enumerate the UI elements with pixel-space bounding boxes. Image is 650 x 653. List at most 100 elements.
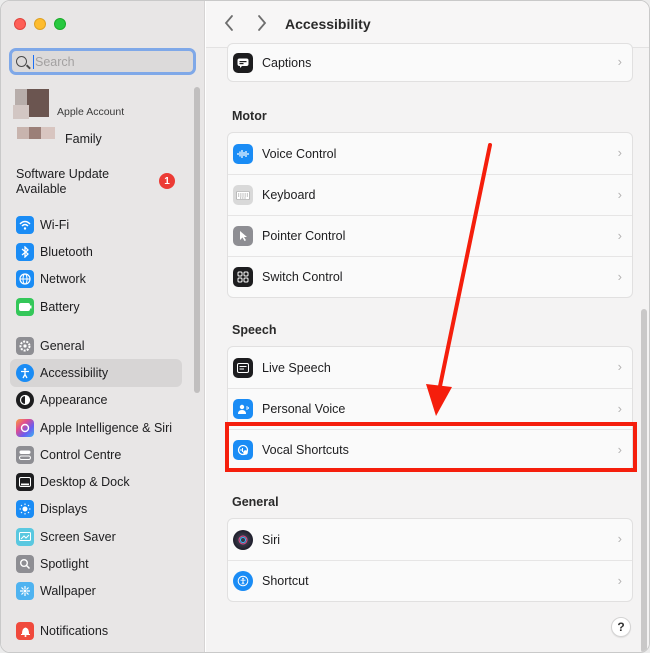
- sidebar-item-label: Displays: [40, 502, 88, 517]
- system-settings-window: Apple Account Family Software Update Ava…: [0, 0, 650, 653]
- keyboard-icon: [233, 185, 253, 205]
- personal-voice-icon: [233, 399, 253, 419]
- sidebar-item-spotlight[interactable]: Spotlight: [10, 550, 182, 577]
- hearing-group: Captions ›: [227, 43, 633, 82]
- sidebar-item-wifi[interactable]: Wi-Fi: [10, 211, 182, 238]
- section-title-general: General: [232, 495, 279, 509]
- captions-icon: [233, 52, 253, 73]
- sidebar-item-accessibility[interactable]: Accessibility: [10, 359, 182, 387]
- shortcut-row[interactable]: Shortcut ›: [228, 560, 632, 601]
- back-chevron-icon[interactable]: [223, 14, 239, 34]
- chevron-right-icon: ›: [617, 573, 622, 588]
- bluetooth-icon: [16, 242, 34, 261]
- sidebar-item-screen-saver[interactable]: Screen Saver: [10, 523, 182, 550]
- siri-row[interactable]: Siri ›: [228, 519, 632, 560]
- pointer-control-row[interactable]: Pointer Control ›: [228, 215, 632, 256]
- sidebar-item-label: General: [40, 338, 85, 353]
- row-label: Voice Control: [262, 146, 337, 161]
- siri-icon: [233, 529, 253, 550]
- sidebar-item-label: Notifications: [40, 623, 109, 638]
- general-group: Siri › Shortcut ›: [227, 518, 633, 602]
- sidebar-item-wallpaper[interactable]: Wallpaper: [10, 578, 182, 605]
- personal-voice-row[interactable]: Personal Voice ›: [228, 388, 632, 429]
- siri-icon: [16, 418, 34, 437]
- motor-group: Voice Control › Keyboard › Pointer Contr…: [227, 132, 633, 298]
- captions-row[interactable]: Captions ›: [228, 44, 632, 81]
- sidebar-item-appearance[interactable]: Appearance: [10, 387, 182, 414]
- sidebar-item-desktop-dock[interactable]: Desktop & Dock: [10, 468, 182, 495]
- sidebar-item-battery[interactable]: Battery: [10, 293, 182, 320]
- search-icon: [16, 56, 27, 67]
- sidebar-item-label: Desktop & Dock: [40, 475, 130, 490]
- wallpaper-icon: [16, 582, 34, 601]
- switch-control-icon: [233, 267, 253, 287]
- sidebar-item-general[interactable]: General: [10, 332, 182, 359]
- row-label: Pointer Control: [262, 229, 346, 243]
- apple-account-label: Apple Account: [57, 106, 125, 118]
- sidebar-item-label: Network: [40, 272, 86, 287]
- sidebar-item-control-centre[interactable]: Control Centre: [10, 441, 182, 468]
- chevron-right-icon: ›: [617, 269, 622, 284]
- help-button[interactable]: ?: [611, 617, 631, 637]
- page-title: Accessibility: [285, 16, 371, 32]
- chevron-right-icon: ›: [617, 442, 622, 457]
- displays-icon: [16, 500, 34, 519]
- bell-icon: [16, 621, 34, 640]
- sidebar-item-label: Wallpaper: [40, 584, 96, 599]
- gear-icon: [16, 336, 34, 355]
- voice-control-row[interactable]: Voice Control ›: [228, 133, 632, 174]
- row-label: Live Speech: [262, 360, 331, 375]
- sidebar-item-label: Bluetooth: [40, 244, 93, 259]
- sidebar: Apple Account Family Software Update Ava…: [1, 1, 205, 652]
- pointer-icon: [233, 226, 253, 246]
- sidebar-item-displays[interactable]: Displays: [10, 496, 182, 523]
- chevron-right-icon: ›: [617, 531, 622, 546]
- vocal-shortcuts-row[interactable]: Vocal Shortcuts ›: [228, 429, 632, 470]
- minimize-window-button[interactable]: [34, 18, 46, 30]
- sidebar-scrollbar[interactable]: [194, 87, 200, 393]
- sidebar-item-bluetooth[interactable]: Bluetooth: [10, 238, 182, 265]
- forward-chevron-icon[interactable]: [256, 14, 272, 34]
- switch-control-row[interactable]: Switch Control ›: [228, 256, 632, 297]
- row-label: Captions: [262, 55, 312, 70]
- sidebar-item-label: Apple Intelligence & Siri: [40, 420, 173, 435]
- sidebar-item-notifications[interactable]: Notifications: [10, 617, 182, 644]
- content-pane: Accessibility Captions › Motor Voice Con…: [206, 1, 649, 652]
- update-count-badge: 1: [159, 173, 175, 189]
- accessibility-icon: [16, 363, 34, 382]
- globe-icon: [16, 270, 34, 289]
- sidebar-item-label: Accessibility: [40, 365, 109, 380]
- sidebar-item-label: Spotlight: [40, 557, 89, 572]
- sidebar-item-label: Wi-Fi: [40, 217, 70, 232]
- vocal-shortcuts-icon: [233, 440, 253, 460]
- search-input[interactable]: [33, 54, 173, 69]
- section-title-speech: Speech: [232, 323, 277, 337]
- live-speech-icon: [233, 357, 253, 378]
- sidebar-group-system: General Accessibility Appearance Apple I…: [10, 332, 182, 605]
- zoom-window-button[interactable]: [54, 18, 66, 30]
- window-controls: [14, 18, 66, 30]
- software-update-item[interactable]: Software Update Available: [16, 167, 146, 197]
- spotlight-icon: [16, 555, 34, 574]
- chevron-right-icon: ›: [617, 401, 622, 416]
- family-label[interactable]: Family: [65, 132, 102, 146]
- control-centre-icon: [16, 445, 34, 464]
- keyboard-row[interactable]: Keyboard ›: [228, 174, 632, 215]
- row-label: Personal Voice: [262, 402, 346, 416]
- content-scrollbar[interactable]: [641, 309, 647, 652]
- sidebar-group-network: Wi-Fi Bluetooth Network Battery: [10, 211, 182, 320]
- row-label: Switch Control: [262, 270, 343, 284]
- sidebar-item-network[interactable]: Network: [10, 266, 182, 293]
- close-window-button[interactable]: [14, 18, 26, 30]
- live-speech-row[interactable]: Live Speech ›: [228, 347, 632, 388]
- chevron-right-icon: ›: [617, 228, 622, 243]
- sidebar-item-apple-intelligence-siri[interactable]: Apple Intelligence & Siri: [10, 414, 182, 441]
- voice-control-icon: [233, 143, 253, 164]
- toolbar: Accessibility: [206, 1, 649, 48]
- row-label: Keyboard: [262, 188, 316, 202]
- chevron-right-icon: ›: [617, 54, 622, 69]
- search-field[interactable]: [9, 48, 196, 75]
- sidebar-item-label: Appearance: [40, 393, 108, 408]
- sidebar-item-label: Screen Saver: [40, 529, 116, 544]
- appearance-icon: [16, 391, 34, 410]
